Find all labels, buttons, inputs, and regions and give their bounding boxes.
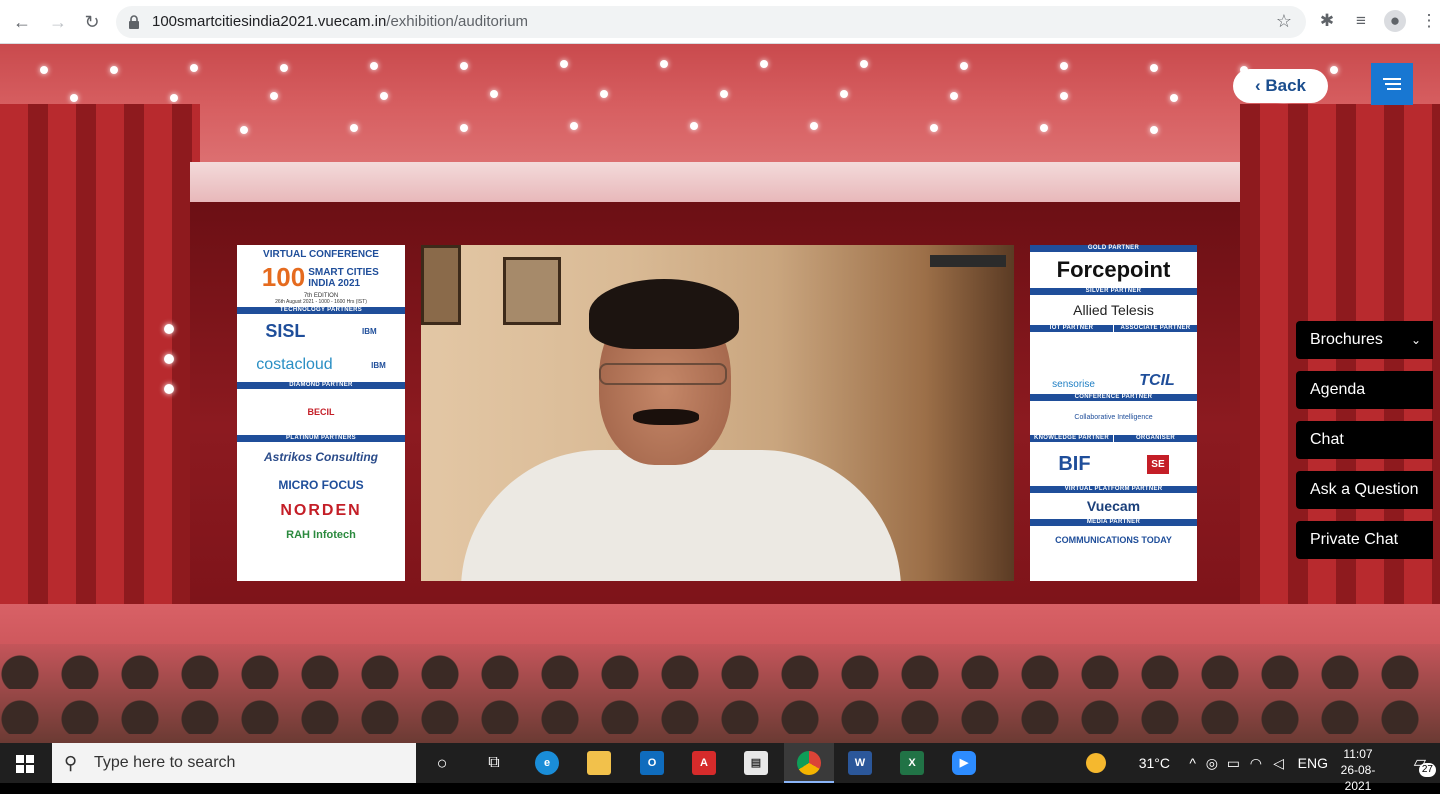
partner-logo: IBM <box>371 360 386 370</box>
language-indicator[interactable]: ENG <box>1298 743 1328 783</box>
brochures-button[interactable]: Brochures ⌄ <box>1296 321 1433 359</box>
back-button[interactable]: ‹ Back <box>1233 69 1328 103</box>
notification-badge: 27 <box>1418 763 1436 777</box>
partner-logo: COMMUNICATIONS TODAY <box>1055 535 1172 545</box>
url-text: 100smartcitiesindia2021.vuecam.in/exhibi… <box>152 13 529 30</box>
reading-list-icon[interactable]: ≡ <box>1350 10 1372 32</box>
event-name: SMART CITIES INDIA 2021 <box>308 266 379 289</box>
excel-icon[interactable]: X <box>900 751 924 775</box>
partner-logo: Astrikos Consulting <box>263 450 378 464</box>
partner-logo: Allied Telesis <box>1073 302 1154 318</box>
section-heading: PLATINUM PARTNERS <box>237 435 405 442</box>
speaker-shirt <box>461 450 901 581</box>
section-heading: KNOWLEDGE PARTNER <box>1030 435 1113 442</box>
speaker-video-feed <box>421 245 1014 581</box>
weather-sun-icon <box>1086 753 1106 773</box>
hamburger-menu-button[interactable] <box>1371 63 1413 105</box>
partner-logo: RAH Infotech <box>286 529 356 541</box>
profile-avatar-icon[interactable]: ● <box>1384 10 1406 32</box>
more-menu-icon[interactable]: ⋮ <box>1418 10 1440 32</box>
windows-taskbar: ⚲ Type here to search ○ ⧉ e O A ▤ W X ▶ … <box>0 743 1440 793</box>
partner-logo: Vuecam <box>1086 498 1141 514</box>
partner-logo: Forcepoint <box>1056 257 1171 282</box>
partner-logo: NORDEN <box>280 502 362 519</box>
windows-start-icon[interactable] <box>16 755 34 773</box>
conference-partners-banner: VIRTUAL CONFERENCE 100 SMART CITIES INDI… <box>237 245 405 581</box>
store-icon[interactable]: ▤ <box>744 751 768 775</box>
partner-logo: SE <box>1147 454 1169 474</box>
chevron-up-icon[interactable]: ^ <box>1189 743 1196 783</box>
section-heading: CONFERENCE PARTNER <box>1030 394 1197 401</box>
audience-crowd <box>0 644 1440 743</box>
address-bar[interactable]: 100smartcitiesindia2021.vuecam.in/exhibi… <box>116 6 1306 38</box>
partner-logo: IBM <box>362 326 377 336</box>
auditorium-scene: VIRTUAL CONFERENCE 100 SMART CITIES INDI… <box>0 44 1440 743</box>
chevron-left-icon: ‹ <box>1254 76 1266 95</box>
chat-button[interactable]: Chat <box>1296 421 1433 459</box>
reload-icon[interactable]: ↻ <box>80 10 104 34</box>
private-chat-button[interactable]: Private Chat <box>1296 521 1433 559</box>
zoom-icon[interactable]: ▶ <box>952 751 976 775</box>
sponsors-banner: GOLD PARTNER Forcepoint SILVER PARTNER A… <box>1030 245 1197 581</box>
temperature-text[interactable]: 31°C <box>1139 743 1170 783</box>
portrait-frame <box>421 245 461 325</box>
section-heading: SILVER PARTNER <box>1030 288 1197 295</box>
cortana-icon[interactable]: ○ <box>430 751 454 775</box>
banner-title: VIRTUAL CONFERENCE <box>263 249 379 260</box>
chrome-taskbar-item[interactable] <box>784 743 834 783</box>
event-number: 100 <box>261 262 306 292</box>
speaker-glasses <box>599 363 727 385</box>
partner-logo: BIF <box>1058 452 1091 475</box>
agenda-button[interactable]: Agenda <box>1296 371 1433 409</box>
partner-logo: Collaborative Intelligence <box>1074 414 1153 421</box>
section-heading: MEDIA PARTNER <box>1030 519 1197 526</box>
partner-logo: TCIL <box>1139 372 1175 389</box>
task-view-icon[interactable]: ⧉ <box>482 751 506 775</box>
partner-logo: costacloud <box>256 356 333 373</box>
volume-icon[interactable]: ◁ <box>1273 743 1284 783</box>
meet-now-icon[interactable]: ◎ <box>1206 743 1218 783</box>
search-icon: ⚲ <box>64 753 78 773</box>
outlook-icon[interactable]: O <box>640 751 664 775</box>
partner-logo: BECIL <box>307 407 335 417</box>
extensions-icon[interactable]: ✱ <box>1316 10 1338 32</box>
back-arrow-icon[interactable]: ← <box>10 10 34 34</box>
section-heading: VIRTUAL PLATFORM PARTNER <box>1030 486 1197 493</box>
forward-arrow-icon[interactable]: → <box>46 10 70 34</box>
chevron-down-icon: ⌄ <box>1410 333 1421 347</box>
partner-logo: sensorise <box>1052 379 1095 390</box>
file-explorer-icon[interactable] <box>587 751 611 775</box>
partner-logo: SISL <box>265 320 306 341</box>
section-heading: DIAMOND PARTNER <box>237 382 405 389</box>
participant-name-chip <box>930 255 1006 267</box>
event-date: 26th August 2021 - 1000 - 1600 Hrs (IST) <box>275 299 367 305</box>
bookmark-star-icon[interactable]: ☆ <box>1276 11 1292 32</box>
portrait-frame <box>503 257 561 325</box>
stage-valance <box>190 162 1240 202</box>
section-heading: ASSOCIATE PARTNER <box>1114 325 1197 332</box>
ask-question-button[interactable]: Ask a Question <box>1296 471 1433 509</box>
section-heading: IOT PARTNER <box>1030 325 1113 332</box>
chrome-icon <box>797 751 821 775</box>
edge-icon[interactable]: e <box>535 751 559 775</box>
word-icon[interactable]: W <box>848 751 872 775</box>
partner-logo: MICRO FOCUS <box>278 478 364 492</box>
lock-icon <box>129 15 139 29</box>
section-heading: GOLD PARTNER <box>1030 245 1197 252</box>
wifi-icon[interactable]: ◠ <box>1250 743 1262 783</box>
browser-toolbar: ← → ↻ 100smartcitiesindia2021.vuecam.in/… <box>0 0 1440 44</box>
speaker-hair <box>589 279 739 349</box>
speaker-mustache <box>633 409 699 425</box>
acrobat-icon[interactable]: A <box>692 751 716 775</box>
section-heading: ORGANISER <box>1114 435 1197 442</box>
clock[interactable]: 11:07 26-08-2021 <box>1328 746 1388 794</box>
battery-icon[interactable]: ▭ <box>1227 743 1240 783</box>
section-heading: TECHNOLOGY PARTNERS <box>237 307 405 314</box>
taskbar-search-input[interactable]: ⚲ Type here to search <box>52 743 416 783</box>
